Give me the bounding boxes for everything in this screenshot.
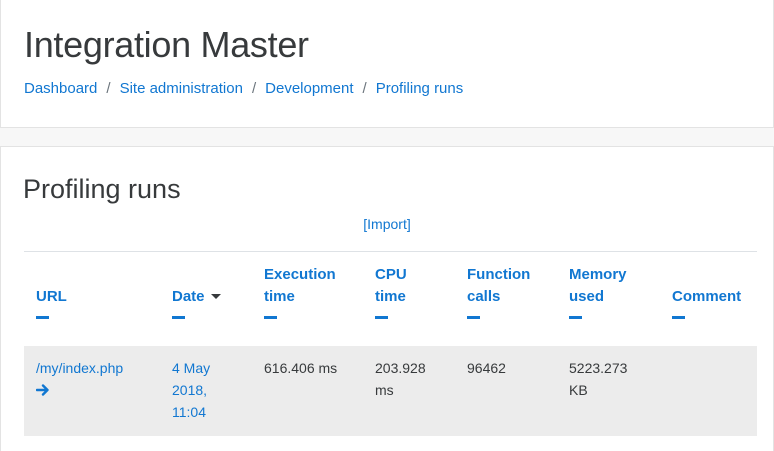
column-header-comment[interactable]: Comment xyxy=(672,286,741,319)
cell-memory-used: 5223.273 KB xyxy=(569,360,628,398)
column-header-label: Memory used xyxy=(569,266,627,305)
column-header-label: CPU time xyxy=(375,266,407,305)
column-header-label: Function calls xyxy=(467,266,531,305)
breadcrumb-dashboard[interactable]: Dashboard xyxy=(24,79,97,99)
cell-url: /my/index.php xyxy=(36,357,156,397)
main-content: Profiling runs [Import] URL Date Executi… xyxy=(0,146,774,451)
column-header-execution-time[interactable]: Execution time xyxy=(264,264,354,319)
minus-icon[interactable] xyxy=(569,316,582,319)
breadcrumb-site-administration[interactable]: Site administration xyxy=(120,79,243,99)
arrow-right-icon[interactable] xyxy=(36,383,50,397)
run-url-link[interactable]: /my/index.php xyxy=(36,360,123,376)
import-container: [Import] xyxy=(1,215,773,233)
column-header-date[interactable]: Date xyxy=(172,286,221,319)
column-header-label: Comment xyxy=(672,288,742,305)
minus-icon[interactable] xyxy=(36,316,49,319)
site-title: Integration Master xyxy=(24,24,309,65)
minus-icon[interactable] xyxy=(264,316,277,319)
minus-icon[interactable] xyxy=(467,316,480,319)
cell-date: 4 May 2018, 11:04 xyxy=(172,357,234,423)
cell-function-calls: 96462 xyxy=(467,360,506,376)
column-header-label: Execution time xyxy=(264,266,336,305)
table-row: /my/index.php 4 May 2018, 11:04 616.406 … xyxy=(24,346,757,436)
breadcrumb-separator: / xyxy=(362,80,367,97)
breadcrumb-development[interactable]: Development xyxy=(265,79,353,99)
minus-icon[interactable] xyxy=(375,316,388,319)
column-header-label: URL xyxy=(36,288,67,305)
page-header: Integration Master Dashboard / Site admi… xyxy=(0,0,774,128)
column-header-label: Date xyxy=(172,288,205,305)
run-date-link[interactable]: 4 May 2018, 11:04 xyxy=(172,360,210,420)
breadcrumb: Dashboard / Site administration / Develo… xyxy=(24,79,463,99)
breadcrumb-profiling-runs[interactable]: Profiling runs xyxy=(376,79,464,99)
breadcrumb-separator: / xyxy=(251,80,257,97)
page-title: Profiling runs xyxy=(23,174,181,204)
minus-icon[interactable] xyxy=(172,316,185,319)
breadcrumb-separator: / xyxy=(106,80,111,97)
column-header-function-calls[interactable]: Function calls xyxy=(467,264,547,319)
cell-execution-time: 616.406 ms xyxy=(264,360,338,376)
column-header-cpu-time[interactable]: CPU time xyxy=(375,264,435,319)
column-header-memory-used[interactable]: Memory used xyxy=(569,264,649,319)
cell-cpu-time: 203.928 ms xyxy=(375,360,426,398)
minus-icon[interactable] xyxy=(672,316,685,319)
column-header-url[interactable]: URL xyxy=(36,286,67,319)
table-top-border xyxy=(24,251,757,252)
caret-down-icon xyxy=(210,293,221,299)
import-link[interactable]: [Import] xyxy=(363,216,410,232)
